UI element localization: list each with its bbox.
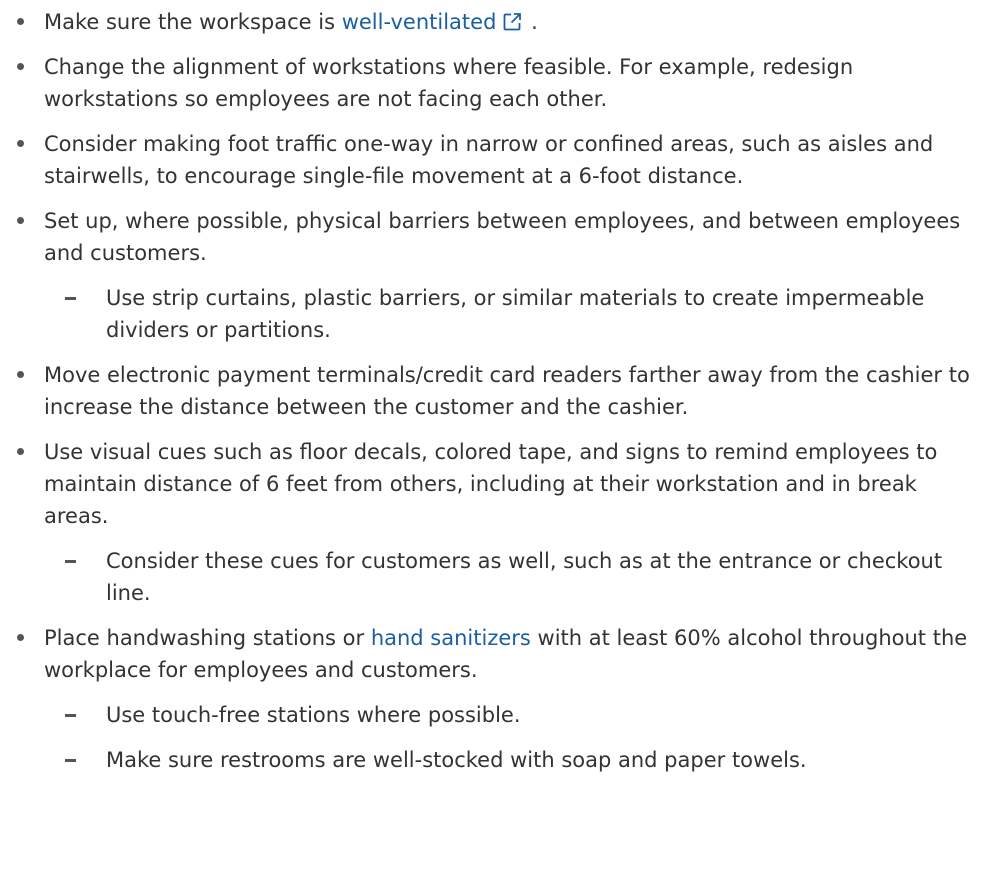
link-text: hand sanitizers xyxy=(370,626,531,650)
item-text-before: Place handwashing stations or xyxy=(44,626,371,650)
hand-sanitizers-link[interactable]: hand sanitizers xyxy=(371,626,531,650)
bullet-icon xyxy=(17,18,24,25)
bullet-icon xyxy=(17,448,24,455)
sub-list-item: Use touch-free stations where possible. xyxy=(44,699,979,731)
item-text-before: Make sure the workspace is xyxy=(44,10,342,34)
guidance-content: Make sure the workspace is well-ventilat… xyxy=(0,0,983,776)
bullet-icon xyxy=(17,217,24,224)
sub-item-text: Use touch-free stations where possible. xyxy=(106,703,521,727)
list-item-handwashing: Place handwashing stations or hand sanit… xyxy=(0,622,983,776)
external-link-icon[interactable] xyxy=(502,12,522,32)
sub-item-text: Use strip curtains, plastic barriers, or… xyxy=(106,286,925,342)
sub-list: Use touch-free stations where possible. … xyxy=(44,699,979,776)
link-text: well-ventilated xyxy=(341,10,497,34)
sub-list-item: Use strip curtains, plastic barriers, or… xyxy=(44,282,979,346)
item-text: Use visual cues such as floor decals, co… xyxy=(44,440,938,528)
sub-list: Use strip curtains, plastic barriers, or… xyxy=(44,282,979,346)
list-item-ventilation: Make sure the workspace is well-ventilat… xyxy=(0,6,983,38)
list-item-visual-cues: Use visual cues such as floor decals, co… xyxy=(0,436,983,609)
bullet-icon xyxy=(17,63,24,70)
sub-list-item: Consider these cues for customers as wel… xyxy=(44,545,979,609)
bullet-icon xyxy=(17,140,24,147)
dash-icon xyxy=(65,714,76,717)
sub-item-text: Consider these cues for customers as wel… xyxy=(106,549,943,605)
bullet-icon xyxy=(17,634,24,641)
item-text: Consider making foot traffic one-way in … xyxy=(44,132,934,188)
item-text-after: . xyxy=(524,10,538,34)
item-text: Set up, where possible, physical barrier… xyxy=(44,209,961,265)
bullet-icon xyxy=(17,371,24,378)
dash-icon xyxy=(65,297,76,300)
dash-icon xyxy=(65,759,76,762)
well-ventilated-link[interactable]: well-ventilated xyxy=(342,10,525,34)
dash-icon xyxy=(65,560,76,563)
list-item-foot-traffic: Consider making foot traffic one-way in … xyxy=(0,128,983,192)
sub-item-text: Make sure restrooms are well-stocked wit… xyxy=(106,748,807,772)
sub-list-item: Make sure restrooms are well-stocked wit… xyxy=(44,744,979,776)
list-item-alignment: Change the alignment of workstations whe… xyxy=(0,51,983,115)
list-item-barriers: Set up, where possible, physical barrier… xyxy=(0,205,983,346)
item-text: Move electronic payment terminals/credit… xyxy=(44,363,970,419)
guidance-list: Make sure the workspace is well-ventilat… xyxy=(0,6,983,776)
item-text: Change the alignment of workstations whe… xyxy=(44,55,854,111)
list-item-payment-terminals: Move electronic payment terminals/credit… xyxy=(0,359,983,423)
sub-list: Consider these cues for customers as wel… xyxy=(44,545,979,609)
